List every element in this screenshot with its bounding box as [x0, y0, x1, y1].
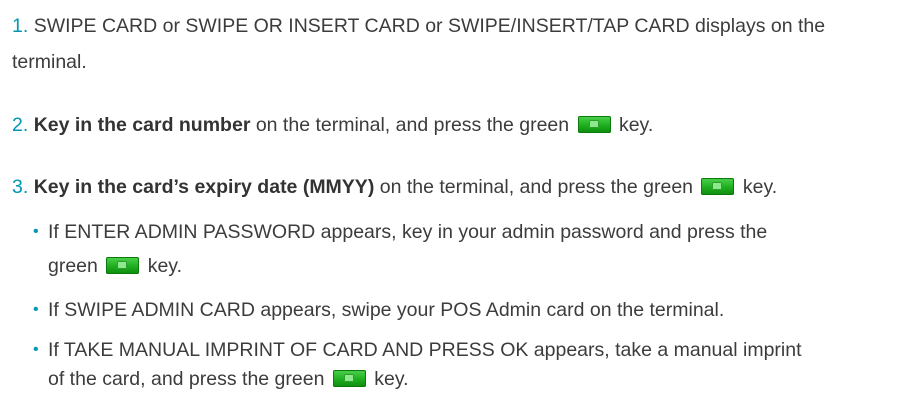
step-number: 2.: [12, 114, 29, 136]
instruction-document: 1. SWIPE CARD or SWIPE OR INSERT CARD or…: [0, 0, 911, 397]
green-enter-key-icon: [577, 116, 611, 133]
step-2: 2. Key in the card number on the termina…: [12, 107, 902, 143]
sub-bullet-1-continued: green key.: [48, 249, 898, 283]
bullet-icon: •: [33, 301, 39, 318]
green-enter-key-icon: [701, 178, 735, 195]
step-text: terminal.: [12, 51, 87, 73]
green-enter-key-icon: [106, 257, 140, 274]
bullet-text: If SWIPE ADMIN CARD appears, swipe your …: [48, 299, 725, 321]
step-text: on the terminal, and press the green: [374, 176, 694, 198]
bullet-text-end: key.: [368, 368, 409, 390]
sub-bullet-3-continued: of the card, and press the green key.: [48, 362, 898, 396]
step-1-continued: terminal.: [12, 44, 902, 80]
step-text: SWIPE CARD or SWIPE OR INSERT CARD or SW…: [33, 15, 826, 37]
step-bold-text: Key in the card number: [33, 114, 251, 136]
bullet-icon: •: [33, 341, 39, 358]
sub-bullet-1: • If ENTER ADMIN PASSWORD appears, key i…: [33, 215, 898, 249]
step-number: 1.: [12, 15, 29, 37]
green-enter-key-icon: [332, 370, 366, 387]
bullet-text-end: key.: [142, 255, 183, 277]
bullet-text: If TAKE MANUAL IMPRINT OF CARD AND PRESS…: [48, 339, 802, 361]
sub-bullet-2: • If SWIPE ADMIN CARD appears, swipe you…: [33, 293, 898, 327]
bullet-text: If ENTER ADMIN PASSWORD appears, key in …: [48, 221, 768, 243]
step-3: 3. Key in the card’s expiry date (MMYY) …: [12, 169, 902, 205]
step-text-end: key.: [613, 114, 654, 136]
bullet-icon: •: [33, 223, 39, 240]
step-bold-text: Key in the card’s expiry date (MMYY): [33, 176, 375, 198]
bullet-text: of the card, and press the green: [48, 368, 325, 390]
step-number: 3.: [12, 176, 29, 198]
bullet-text: green: [48, 255, 98, 277]
step-1: 1. SWIPE CARD or SWIPE OR INSERT CARD or…: [12, 8, 902, 44]
step-text-end: key.: [737, 176, 778, 198]
step-text: on the terminal, and press the green: [250, 114, 570, 136]
